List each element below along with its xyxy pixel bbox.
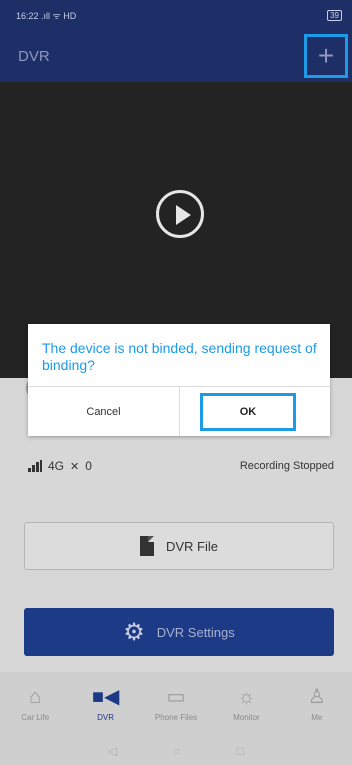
gps-count: 0 xyxy=(85,459,92,473)
signal-icon xyxy=(28,460,42,472)
nav-item-car-life[interactable]: ⌂ Car Life xyxy=(0,672,70,736)
back-icon[interactable]: ◁ xyxy=(108,744,117,758)
network-label: 4G xyxy=(48,459,65,473)
bulb-icon: ☼ xyxy=(237,686,256,708)
nav-label: Car Life xyxy=(21,713,50,722)
person-icon: ♙ xyxy=(307,686,326,708)
nav-label: DVR xyxy=(97,713,115,722)
dvr-settings-label: DVR Settings xyxy=(156,624,235,640)
device-info-row: 4G ✕ 0 Recording Stopped xyxy=(0,440,352,490)
binding-dialog: The device is not binded, sending reques… xyxy=(28,324,330,436)
play-icon[interactable] xyxy=(156,190,204,238)
dvr-file-label: DVR File xyxy=(165,538,218,554)
add-device-button[interactable]: + xyxy=(304,34,348,78)
status-left: 16:22 .ıll ᯤ HD xyxy=(16,10,77,21)
dialog-button-divider xyxy=(179,386,180,436)
dvr-settings-button[interactable]: ⚙ DVR Settings xyxy=(24,608,334,656)
ok-button[interactable]: OK xyxy=(200,393,296,431)
nav-label: Monitor xyxy=(233,713,260,722)
file-icon xyxy=(139,536,154,556)
app-header: DVR + xyxy=(0,30,352,82)
dvr-file-button[interactable]: DVR File xyxy=(24,522,334,570)
page-title: DVR xyxy=(18,47,50,65)
video-camera-icon: ■◀ xyxy=(91,686,120,708)
nav-item-me[interactable]: ♙ Me xyxy=(282,672,352,736)
nav-label: Phone Files xyxy=(154,713,198,722)
plus-icon: + xyxy=(317,40,335,71)
nav-item-dvr[interactable]: ■◀ DVR xyxy=(70,672,140,736)
status-bar: 16:22 .ıll ᯤ HD 39 xyxy=(0,0,352,30)
network-status: 4G ✕ 0 xyxy=(28,459,92,473)
image-icon: ▭ xyxy=(166,686,186,708)
battery-indicator: 39 xyxy=(327,9,342,21)
system-navigation-bar: ◁ ○ □ xyxy=(0,736,352,765)
gear-icon: ⚙ xyxy=(123,618,145,646)
dialog-message: The device is not binded, sending reques… xyxy=(42,340,317,373)
bottom-navigation: ⌂ Car Life ■◀ DVR ▭ Phone Files ☼ Monito… xyxy=(0,672,352,736)
recording-status: Recording Stopped xyxy=(239,460,334,472)
nav-item-monitor[interactable]: ☼ Monitor xyxy=(211,672,281,736)
nav-item-phone-files[interactable]: ▭ Phone Files xyxy=(141,672,211,736)
cancel-button[interactable]: Cancel xyxy=(28,387,179,436)
home-circle-icon[interactable]: ○ xyxy=(173,744,180,758)
nav-label: Me xyxy=(311,713,323,722)
home-icon: ⌂ xyxy=(29,686,42,708)
recents-icon[interactable]: □ xyxy=(237,744,244,758)
gps-icon: ✕ xyxy=(70,460,80,473)
